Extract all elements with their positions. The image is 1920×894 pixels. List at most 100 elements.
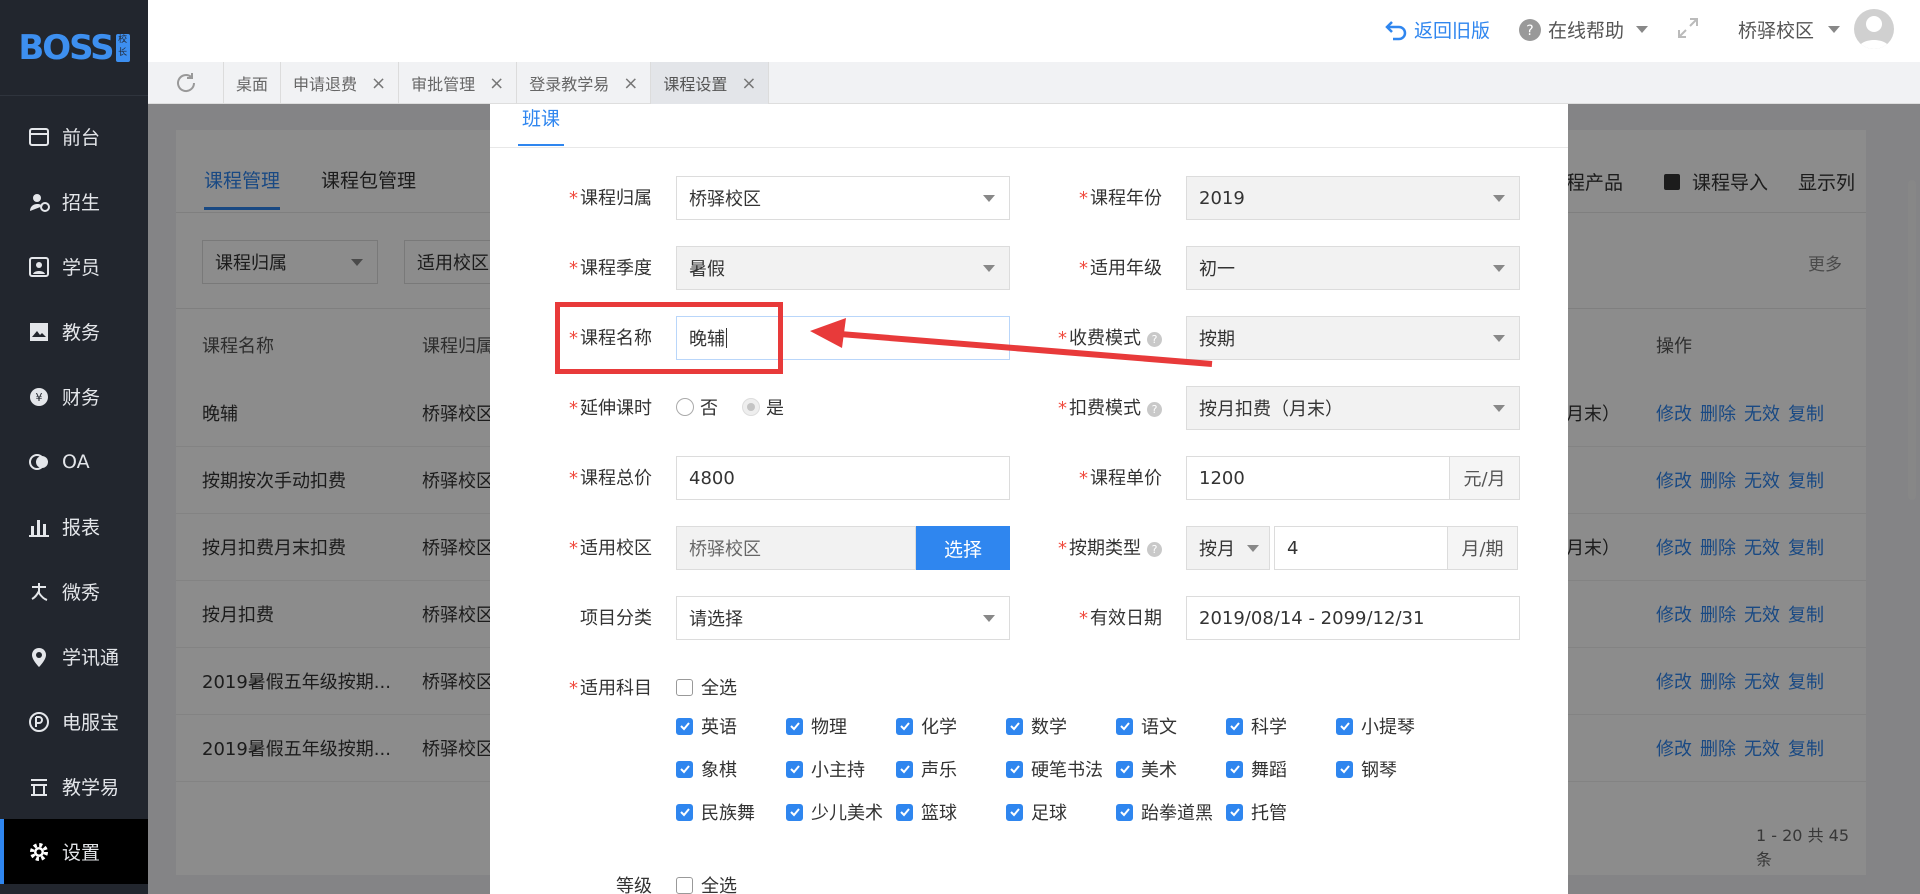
back-old-version-link[interactable]: 返回旧版	[1384, 16, 1490, 43]
radio-no[interactable]	[676, 398, 694, 416]
subject-checkbox[interactable]: 小主持	[786, 756, 865, 782]
checked-icon	[786, 760, 803, 778]
sidebar-item-finance[interactable]: ¥ 财务	[0, 364, 148, 429]
chevron-down-icon	[983, 195, 995, 202]
close-icon[interactable]: ×	[623, 73, 638, 94]
annotation-highlight-box	[555, 302, 783, 374]
course-season-select[interactable]: 暑假	[676, 246, 1010, 290]
select-campus-button[interactable]: 选择	[916, 526, 1010, 570]
campus-switcher[interactable]: 桥驿校区	[1738, 16, 1841, 43]
unit-price-input[interactable]: 1200	[1186, 456, 1450, 500]
grade-label: * 适用年级	[1079, 258, 1162, 279]
subject-checkbox[interactable]: 语文	[1116, 713, 1177, 739]
checked-icon	[896, 717, 913, 735]
subject-checkbox[interactable]: 民族舞	[676, 799, 755, 825]
subject-checkbox[interactable]: 数学	[1006, 713, 1067, 739]
period-type-select[interactable]: 按月	[1186, 526, 1270, 570]
sidebar-item-enrollment[interactable]: 招生	[0, 169, 148, 234]
subject-label: 物理	[811, 717, 847, 738]
charge-mode-select[interactable]: 按期	[1186, 316, 1520, 360]
close-icon[interactable]: ×	[371, 73, 386, 94]
tab-approval[interactable]: 审批管理 ×	[399, 62, 518, 104]
subject-checkbox[interactable]: 科学	[1226, 713, 1287, 739]
subject-checkbox[interactable]: 声乐	[896, 756, 957, 782]
course-year-select[interactable]: 2019	[1186, 176, 1520, 220]
category-select[interactable]: 请选择	[676, 596, 1010, 640]
deduct-mode-label: * 扣费模式?	[1042, 394, 1162, 420]
help-icon: ?	[1147, 541, 1162, 557]
period-count-input[interactable]: 4	[1274, 526, 1448, 570]
sidebar-item-front-desk[interactable]: 前台	[0, 104, 148, 169]
subject-checkbox[interactable]: 硬笔书法	[1006, 756, 1103, 782]
app-logo[interactable]: BOSS 校长	[0, 0, 148, 96]
category-label: 项目分类	[580, 608, 652, 629]
close-icon[interactable]: ×	[741, 73, 756, 94]
sidebar: BOSS 校长 前台 招生 学员 教务 ¥ 财务 OA 报表 微秀 学讯通 电服宝…	[0, 0, 148, 894]
sidebar-item-jiaoxueyi[interactable]: 教学易	[0, 754, 148, 819]
calendar-icon	[28, 126, 50, 148]
subject-checkbox[interactable]: 跆拳道黑	[1116, 799, 1213, 825]
sidebar-item-oa[interactable]: OA	[0, 429, 148, 494]
subject-label: 少儿美术	[811, 803, 883, 824]
subject-label: 语文	[1141, 717, 1177, 738]
subject-checkbox[interactable]: 篮球	[896, 799, 957, 825]
checked-icon	[676, 717, 693, 735]
course-owner-select[interactable]: 桥驿校区	[676, 176, 1010, 220]
sidebar-item-xuexuntong[interactable]: 学讯通	[0, 624, 148, 689]
sidebar-item-dianfubao[interactable]: 电服宝	[0, 689, 148, 754]
user-avatar-icon	[1858, 16, 1890, 49]
total-price-input[interactable]: 4800	[676, 456, 1010, 500]
grade-select[interactable]: 初一	[1186, 246, 1520, 290]
refresh-button[interactable]	[148, 62, 224, 103]
avatar[interactable]	[1854, 9, 1894, 49]
sidebar-item-students[interactable]: 学员	[0, 234, 148, 299]
tab-label: 登录教学易	[529, 75, 610, 94]
subject-checkbox[interactable]: 小提琴	[1336, 713, 1415, 739]
chevron-down-icon	[1636, 26, 1649, 33]
subjects-select-all-checkbox[interactable]: 全选	[676, 674, 737, 700]
sidebar-item-academic[interactable]: 教务	[0, 299, 148, 364]
unit-price-unit: 元/月	[1449, 456, 1520, 500]
sidebar-item-reports[interactable]: 报表	[0, 494, 148, 559]
sidebar-item-label: 设置	[62, 842, 101, 864]
subject-checkbox[interactable]: 托管	[1226, 799, 1287, 825]
checked-icon	[1006, 717, 1023, 735]
subject-checkbox[interactable]: 钢琴	[1336, 756, 1397, 782]
sidebar-item-settings[interactable]: 设置	[0, 819, 148, 884]
teaching-icon	[28, 776, 50, 798]
student-card-icon	[28, 256, 50, 278]
subject-checkbox[interactable]: 舞蹈	[1226, 756, 1287, 782]
page-scrollbar[interactable]	[1908, 180, 1916, 500]
checked-icon	[896, 803, 913, 821]
period-type-label: * 按期类型?	[1042, 534, 1162, 560]
subject-checkbox[interactable]: 象棋	[676, 756, 737, 782]
sidebar-item-label: 财务	[62, 387, 101, 409]
subject-checkbox[interactable]: 化学	[896, 713, 957, 739]
level-select-all-checkbox[interactable]: 全选	[676, 872, 737, 894]
sidebar-item-weixiu[interactable]: 微秀	[0, 559, 148, 624]
tab-course-settings[interactable]: 课程设置 ×	[651, 62, 770, 104]
subject-checkbox[interactable]: 物理	[786, 713, 847, 739]
subject-checkbox[interactable]: 英语	[676, 713, 737, 739]
tab-login-teaching[interactable]: 登录教学易 ×	[517, 62, 652, 104]
tab-desktop[interactable]: 桌面	[224, 62, 282, 104]
subject-label: 钢琴	[1361, 760, 1397, 781]
deduct-mode-select[interactable]: 按月扣费（月末）	[1186, 386, 1520, 430]
checked-icon	[1116, 717, 1133, 735]
tab-refund-request[interactable]: 申请退费 ×	[281, 62, 400, 104]
valid-date-range[interactable]: 2019/08/14 - 2099/12/31	[1186, 596, 1520, 640]
subject-label: 舞蹈	[1251, 760, 1287, 781]
tab-class-course[interactable]: 班课	[518, 104, 565, 146]
online-help-menu[interactable]: ? 在线帮助	[1518, 16, 1649, 43]
top-header: 返回旧版 ? 在线帮助 桥驿校区	[148, 0, 1920, 62]
subject-label: 小主持	[811, 760, 865, 781]
subject-checkbox[interactable]: 美术	[1116, 756, 1177, 782]
campus-label: * 适用校区	[569, 538, 652, 559]
radio-yes[interactable]	[742, 398, 760, 416]
fullscreen-button[interactable]	[1676, 16, 1700, 40]
unit-price-value: 1200	[1199, 467, 1245, 489]
close-icon[interactable]: ×	[489, 73, 504, 94]
subject-checkbox[interactable]: 少儿美术	[786, 799, 883, 825]
svg-text:?: ?	[1526, 23, 1533, 39]
subject-checkbox[interactable]: 足球	[1006, 799, 1067, 825]
